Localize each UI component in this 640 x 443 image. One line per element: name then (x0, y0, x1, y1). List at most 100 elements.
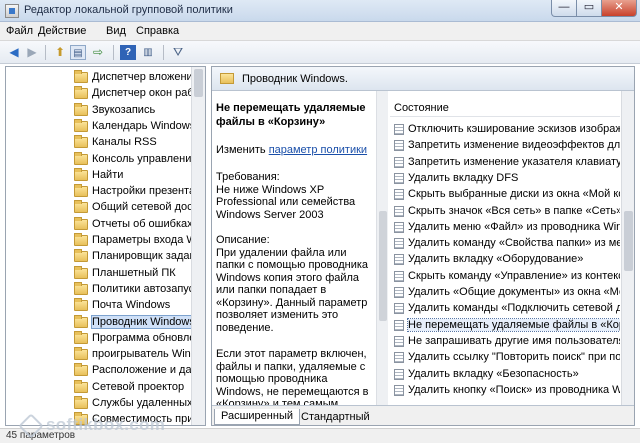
folder-icon (74, 281, 88, 295)
menu-help[interactable]: Справка (136, 25, 179, 37)
tree-item-label: Расположение и датч (92, 364, 192, 377)
tree-item-label: Программа обновлен (92, 331, 192, 344)
tree-item[interactable]: Настройки презентац (6, 183, 192, 200)
back-arrow-icon[interactable]: ◀ (6, 45, 22, 60)
policy-row[interactable]: Отключить кэширование эскизов изображени (390, 121, 620, 138)
tree-item[interactable]: проигрыватель Windo (6, 346, 192, 363)
tree-scrollbar[interactable] (191, 67, 205, 425)
tree-item[interactable]: Найти (6, 167, 192, 184)
folder-icon (74, 151, 88, 165)
tree-item[interactable]: Параметры входа Win (6, 232, 192, 249)
policy-row[interactable]: Удалить ссылку "Повторить поиск" при пои… (390, 349, 620, 366)
policy-row[interactable]: Удалить вкладку DFS (390, 170, 620, 187)
tree-item[interactable]: Каналы RSS (6, 134, 192, 151)
tree-item-label: Найти (92, 168, 124, 181)
tree-item-label: Общий сетевой досту (92, 201, 192, 214)
policy-setting-icon (394, 319, 404, 331)
folder-icon (74, 298, 88, 312)
tree-item[interactable]: Диспетчер вложений (6, 69, 192, 86)
tree-item[interactable]: Почта Windows (6, 297, 192, 314)
close-button[interactable]: ✕ (601, 0, 637, 17)
title-bar: Редактор локальной групповой политики — … (0, 0, 640, 22)
tree-item[interactable]: Консоль управления (6, 151, 192, 168)
menu-file[interactable]: Файл (6, 25, 33, 37)
policy-row[interactable]: Скрыть значок «Вся сеть» в папке «Сеть» (390, 203, 620, 220)
edit-policy-link[interactable]: параметр политики (269, 144, 367, 156)
filter-icon[interactable]: ⛛ (170, 45, 186, 60)
policy-row[interactable]: Удалить кнопку «Поиск» из проводника Win… (390, 382, 620, 399)
tree-item[interactable]: Службы удаленных ра (6, 395, 192, 412)
policy-row[interactable]: Скрыть выбранные диски из окна «Мой комп (390, 186, 620, 203)
tree-item-label: Настройки презентац (92, 185, 192, 198)
description-scrollbar-thumb[interactable] (379, 211, 387, 321)
tree-item[interactable]: Программа обновлен (6, 330, 192, 347)
tree-item-label: Планшетный ПК (92, 266, 176, 279)
folder-icon (74, 200, 88, 214)
policy-list-scrollbar-thumb[interactable] (624, 211, 633, 271)
folder-icon (74, 233, 88, 246)
policy-row[interactable]: Удалить вкладку «Оборудование» (390, 251, 620, 268)
policy-row[interactable]: Скрыть команду «Управление» из контекстн… (390, 268, 620, 285)
tree-item-label: Службы удаленных ра (92, 397, 192, 409)
tree-item[interactable]: Диспетчер окон рабо (6, 85, 192, 102)
forward-arrow-icon[interactable]: ▶ (24, 45, 40, 60)
policy-row-label: Скрыть значок «Вся сеть» в папке «Сеть» (408, 204, 620, 217)
tree-item-label: Сетевой проектор (92, 380, 185, 393)
maximize-button[interactable]: ▭ (576, 0, 602, 17)
tree-item[interactable]: Проводник Windows. (6, 314, 192, 331)
tree-item[interactable]: Планшетный ПК (6, 265, 192, 282)
tree-item-label: Отчеты об ошибках W (92, 217, 192, 230)
description-extra-text: Если этот параметр включен, файлы и папк… (216, 348, 369, 405)
policy-row-label: Не перемещать удаляемые файлы в «Корзину (407, 317, 620, 332)
policy-row[interactable]: Удалить команду «Свойства папки» из меню… (390, 235, 620, 252)
tree-item[interactable]: Политики автозапуск (6, 281, 192, 298)
policy-list: Состояние Отключить кэширование эскизов … (390, 91, 620, 405)
folder-icon (220, 73, 234, 84)
tree-item[interactable]: Звукозапись (6, 102, 192, 119)
tree-item[interactable]: Планировщик задани (6, 248, 192, 265)
policy-row-label: Удалить «Общие документы» из окна «Мой к (408, 286, 620, 298)
console-tree-icon[interactable]: ▤ (70, 45, 86, 60)
toolbar-separator (163, 45, 164, 60)
column-header-state[interactable]: Состояние (390, 99, 620, 117)
policy-row[interactable]: Не перемещать удаляемые файлы в «Корзину (390, 317, 620, 334)
policy-row[interactable]: Удалить вкладку «Безопасность» (390, 366, 620, 383)
tree-scrollbar-thumb[interactable] (194, 69, 203, 97)
tree-item-label: Диспетчер вложений (92, 71, 192, 83)
tree-item[interactable]: Сетевой проектор (6, 379, 192, 396)
policy-row[interactable]: Удалить «Общие документы» из окна «Мой к (390, 284, 620, 301)
tab-extended[interactable]: Расширенный (214, 409, 300, 425)
policy-row[interactable]: Запретить изменение указателя клавиатурн… (390, 154, 620, 171)
policy-setting-icon (394, 254, 404, 266)
folder-icon (74, 86, 88, 100)
tree-item[interactable]: Расположение и датч (6, 362, 192, 379)
menu-view[interactable]: Вид (106, 25, 126, 37)
folder-up-icon[interactable]: ⬆ (52, 45, 68, 60)
tree-item[interactable]: Календарь Windows (6, 118, 192, 135)
policy-setting-icon (394, 270, 404, 282)
folder-icon (74, 118, 88, 132)
tab-standard[interactable]: Стандартный (294, 409, 377, 425)
menu-action[interactable]: Действие (38, 25, 86, 37)
tree-item[interactable]: Общий сетевой досту (6, 199, 192, 216)
tree-item[interactable]: Отчеты об ошибках W (6, 216, 192, 233)
policy-row-label: Удалить вкладку «Оборудование» (408, 253, 584, 266)
menu-bar: Файл Действие Вид Справка (0, 22, 640, 41)
policy-setting-icon (394, 124, 404, 135)
folder-icon (74, 70, 88, 83)
tree-item-label: Диспетчер окон рабо (92, 87, 192, 100)
policy-list-scrollbar[interactable] (621, 91, 634, 405)
export-list-icon[interactable]: ⇨ (90, 45, 106, 60)
action-pane-icon[interactable]: ▥ (140, 45, 156, 60)
policy-setting-icon (394, 205, 404, 217)
minimize-button[interactable]: — (551, 0, 577, 17)
policy-row[interactable]: Запретить изменение видеоэффектов для ме… (390, 137, 620, 154)
description-scrollbar[interactable] (376, 91, 388, 405)
policy-row-label: Удалить кнопку «Поиск» из проводника Win… (408, 383, 620, 396)
tree-item-label: проигрыватель Windo (92, 348, 192, 361)
help-icon[interactable]: ? (120, 45, 136, 60)
policy-row[interactable]: Удалить команды «Подключить сетевой диск (390, 300, 620, 317)
policy-row-label: Удалить ссылку "Повторить поиск" при пои… (408, 351, 620, 364)
policy-row[interactable]: Удалить меню «Файл» из проводника Window (390, 219, 620, 236)
policy-row[interactable]: Не запрашивать другие имя пользователя и… (390, 333, 620, 350)
